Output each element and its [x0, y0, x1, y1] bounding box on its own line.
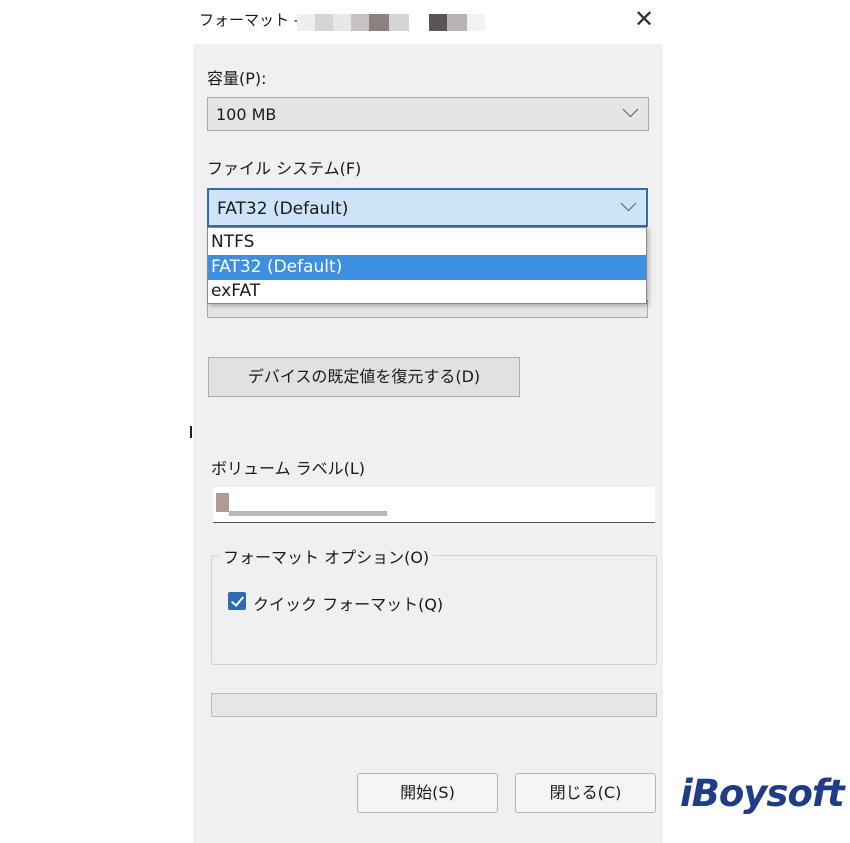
- option-exfat[interactable]: exFAT: [208, 279, 646, 304]
- window-title: フォーマット -: [199, 11, 300, 29]
- option-fat32[interactable]: FAT32 (Default): [208, 255, 646, 280]
- capacity-label: 容量(P):: [207, 69, 267, 88]
- volume-label-input[interactable]: [213, 487, 655, 523]
- option-ntfs[interactable]: NTFS: [208, 230, 646, 255]
- close-button[interactable]: 閉じる(C): [515, 773, 656, 813]
- capacity-select[interactable]: 100 MB: [207, 97, 649, 131]
- file-system-label: ファイル システム(F): [207, 159, 362, 178]
- start-button[interactable]: 開始(S): [357, 773, 498, 813]
- chevron-down-icon: [622, 101, 639, 118]
- restore-defaults-button[interactable]: デバイスの既定値を復元する(D): [208, 357, 520, 397]
- format-options-title: フォーマット オプション(O): [219, 544, 434, 568]
- redacted-text: [216, 493, 229, 512]
- redacted-underline: [229, 511, 387, 516]
- text-cursor: [190, 426, 192, 438]
- iboysoft-watermark: iBoysoft: [680, 772, 845, 815]
- close-icon[interactable]: ✕: [629, 4, 659, 34]
- quick-format-checkbox[interactable]: [228, 592, 246, 610]
- volume-label-label: ボリューム ラベル(L): [211, 459, 366, 478]
- format-dialog: フォーマット - ✕ 容量(P): 100 MB ファイル システム(F) FA…: [193, 0, 663, 843]
- title-bar: フォーマット - ✕: [193, 0, 663, 44]
- chevron-down-icon: [620, 195, 637, 212]
- file-system-select[interactable]: FAT32 (Default): [207, 188, 648, 227]
- file-system-dropdown: NTFS FAT32 (Default) exFAT: [207, 227, 647, 304]
- capacity-value: 100 MB: [216, 105, 277, 124]
- format-progress-bar: [211, 693, 657, 717]
- file-system-value: FAT32 (Default): [217, 199, 349, 219]
- quick-format-label: クイック フォーマット(Q): [253, 595, 444, 614]
